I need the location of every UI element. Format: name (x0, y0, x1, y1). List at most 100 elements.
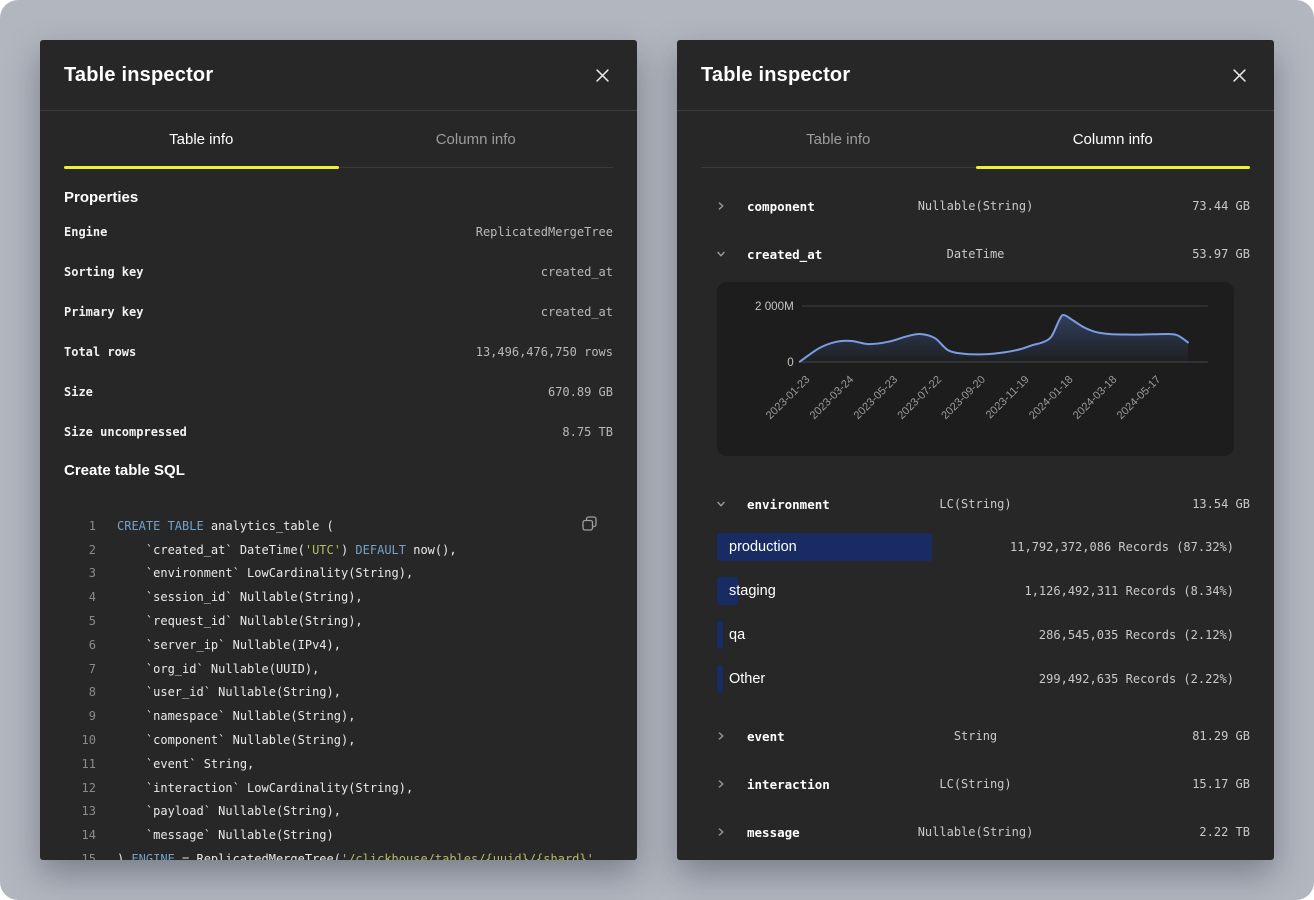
sql-code-block: 1CREATE TABLE analytics_table (2 `create… (64, 514, 613, 860)
column-row-interaction[interactable]: interactionLC(String)15.17 GB (701, 760, 1250, 808)
table-inspector-modal-right: Table inspector Table infoColumn info co… (677, 40, 1274, 860)
column-row-left: created_at (701, 247, 947, 262)
area-fill (800, 315, 1188, 362)
line-number: 11 (64, 757, 96, 771)
sql-line: 2 `created_at` DateTime('UTC') DEFAULT n… (64, 538, 613, 562)
sql-code-text: `message` Nullable(String) (117, 828, 334, 842)
tab-table-info[interactable]: Table info (64, 111, 339, 167)
property-row-sorting-key: Sorting key created_at (64, 252, 613, 292)
x-tick-label: 2024-01-18 (1027, 374, 1076, 422)
copy-icon (580, 514, 599, 533)
breakdown-bar (717, 665, 723, 693)
modal-header: Table inspector (40, 40, 637, 111)
column-row-event[interactable]: eventString81.29 GB (701, 712, 1250, 760)
tab-column-info[interactable]: Column info (976, 111, 1251, 167)
line-number: 2 (64, 543, 96, 557)
modal-header: Table inspector (677, 40, 1274, 111)
property-value: 670.89 GB (548, 385, 613, 399)
column-row-left: environment (701, 497, 939, 512)
breakdown-records: 299,492,635 Records (2.22%) (1039, 672, 1234, 686)
line-number: 3 (64, 566, 96, 580)
sql-code-text: `created_at` DateTime('UTC') DEFAULT now… (117, 543, 457, 557)
sql-code-text: `org_id` Nullable(UUID), (117, 662, 319, 676)
line-number: 12 (64, 781, 96, 795)
copy-sql-button[interactable] (578, 512, 601, 538)
close-button[interactable] (592, 65, 613, 86)
chevron-right-icon (716, 827, 726, 837)
modal-scroll-area[interactable]: componentNullable(String)73.44 GBcreated… (677, 168, 1274, 860)
environment-breakdown: production11,792,372,086 Records (87.32%… (717, 533, 1234, 693)
chevron-right-icon (716, 731, 726, 741)
column-type: LC(String) (939, 777, 1011, 791)
sql-line: 15) ENGINE = ReplicatedMergeTree('/click… (64, 847, 613, 860)
chevron-right-icon (716, 779, 726, 789)
line-number: 14 (64, 828, 96, 842)
column-name: component (747, 199, 815, 214)
column-row-environment[interactable]: environmentLC(String)13.54 GB (701, 480, 1250, 528)
sql-code-text: `payload` Nullable(String), (117, 804, 341, 818)
property-label: Sorting key (64, 265, 143, 279)
tab-column-info[interactable]: Column info (339, 111, 614, 167)
sql-line: 11 `event` String, (64, 752, 613, 776)
sql-line: 13 `payload` Nullable(String), (64, 800, 613, 824)
modal-title: Table inspector (64, 64, 213, 87)
table-inspector-modal-left: Table inspector Table info Column info Pr… (40, 40, 637, 860)
sql-line: 14 `message` Nullable(String) (64, 823, 613, 847)
column-type: DateTime (947, 247, 1005, 261)
property-row-total-rows: Total rows13,496,476,750 rows (64, 332, 613, 372)
properties-heading: Properties (64, 189, 613, 206)
chevron-down-icon (716, 249, 726, 259)
sql-line: 5 `request_id` Nullable(String), (64, 609, 613, 633)
sql-line: 6 `server_ip` Nullable(IPv4), (64, 633, 613, 657)
x-tick-label: 2023-03-24 (808, 374, 857, 422)
column-type: String (954, 729, 997, 743)
column-row-created-at[interactable]: created_atDateTime53.97 GB (701, 230, 1250, 278)
tabbar: Table info Column info (64, 111, 613, 168)
property-label: Engine (64, 225, 107, 239)
column-name: environment (747, 497, 830, 512)
breakdown-row-qa: qa286,545,035 Records (2.12%) (717, 621, 1234, 649)
sql-code-text: CREATE TABLE analytics_table ( (117, 519, 334, 533)
column-row-left: component (701, 199, 918, 214)
line-number: 4 (64, 590, 96, 604)
x-icon (1233, 69, 1246, 82)
chevron-right-icon (716, 201, 726, 211)
column-row-component[interactable]: componentNullable(String)73.44 GB (701, 182, 1250, 230)
property-row-size: Size670.89 GB (64, 372, 613, 412)
tab-label: Table info (169, 131, 233, 148)
breakdown-label: Other (729, 671, 765, 687)
property-value: created_at (541, 265, 613, 279)
modal-title: Table inspector (701, 64, 850, 87)
breakdown-row-staging: staging1,126,492,311 Records (8.34%) (717, 577, 1234, 605)
close-button[interactable] (1229, 65, 1250, 86)
modal-scroll-area[interactable]: Properties Engine ReplicatedMergeTree Sort… (40, 168, 637, 860)
column-type: LC(String) (939, 497, 1011, 511)
breakdown-label: staging (729, 583, 776, 599)
line-number: 5 (64, 614, 96, 628)
sql-code-text: `user_id` Nullable(String), (117, 685, 341, 699)
line-number: 15 (64, 852, 96, 860)
x-tick-label: 2024-03-18 (1071, 374, 1120, 422)
breakdown-row-other: Other 299,492,635 Records (2.22%) (717, 665, 1234, 693)
sql-code-text: `event` String, (117, 757, 254, 771)
x-tick-label: 2023-01-23 (764, 374, 813, 422)
breakdown-label: qa (729, 627, 745, 643)
column-name: message (747, 825, 800, 840)
tab-table-info[interactable]: Table info (701, 111, 976, 167)
sql-line: 8 `user_id` Nullable(String), (64, 681, 613, 705)
x-tick-label: 2023-09-20 (939, 374, 988, 422)
property-value: ReplicatedMergeTree (476, 225, 613, 239)
sql-code-text: `environment` LowCardinality(String), (117, 566, 413, 580)
y-tick-label: 2 000M (755, 301, 794, 313)
breakdown-records: 11,792,372,086 Records (87.32%) (1010, 540, 1234, 554)
property-label: Total rows (64, 345, 136, 359)
line-number: 7 (64, 662, 96, 676)
sql-code-text: `session_id` Nullable(String), (117, 590, 363, 604)
property-value: created_at (541, 305, 613, 319)
column-list: componentNullable(String)73.44 GBcreated… (701, 182, 1250, 856)
properties-list: Engine ReplicatedMergeTree Sorting key crea… (64, 212, 613, 452)
column-name: event (747, 729, 785, 744)
line-number: 9 (64, 709, 96, 723)
column-row-message[interactable]: messageNullable(String)2.22 TB (701, 808, 1250, 856)
property-row-size-uncompressed: Size uncompressed8.75 TB (64, 412, 613, 452)
